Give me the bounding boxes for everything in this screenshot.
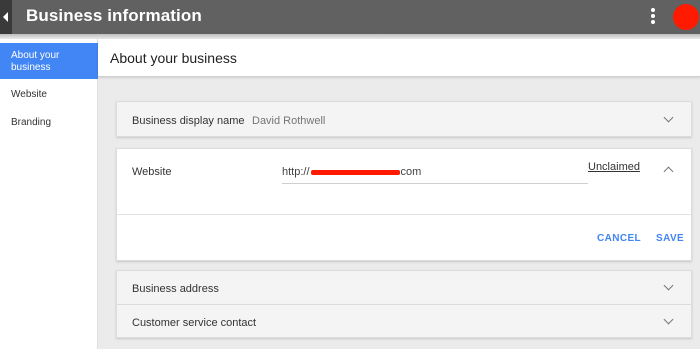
website-label: Website — [132, 166, 172, 178]
sidebar-item-about-your-business[interactable]: About your business — [0, 43, 98, 79]
avatar[interactable] — [673, 4, 699, 30]
section-header: About your business — [98, 39, 700, 77]
chevron-down-icon[interactable] — [663, 112, 674, 123]
redaction-mark — [310, 169, 400, 175]
unclaimed-link[interactable]: Unclaimed — [588, 161, 640, 173]
divider — [117, 214, 691, 215]
sidebar-item-branding[interactable]: Branding — [0, 117, 98, 129]
chevron-down-icon[interactable] — [663, 280, 674, 291]
website-url-field[interactable]: http:// com — [282, 164, 588, 184]
url-prefix: http:// — [282, 166, 310, 178]
chevron-up-icon[interactable] — [663, 166, 674, 177]
display-name-value: David Rothwell — [252, 115, 326, 127]
page-title: Business information — [26, 6, 202, 25]
business-address-label: Business address — [132, 283, 219, 295]
save-button[interactable]: SAVE — [656, 233, 684, 244]
display-name-label: Business display name — [132, 115, 245, 127]
display-name-card[interactable]: Business display name David Rothwell — [116, 101, 692, 137]
business-address-card[interactable]: Business address — [116, 270, 692, 304]
customer-service-label: Customer service contact — [132, 317, 257, 329]
more-vert-icon[interactable] — [647, 8, 659, 26]
sidebar: About your business Website Branding — [0, 39, 98, 349]
website-card: Website http:// com Unclaimed CANCEL SAVE — [116, 148, 692, 261]
sidebar-item-website[interactable]: Website — [0, 89, 98, 101]
back-arrow-icon[interactable] — [0, 0, 12, 34]
section-title: About your business — [110, 50, 237, 66]
customer-service-card[interactable]: Customer service contact — [116, 304, 692, 338]
chevron-down-icon[interactable] — [663, 314, 674, 325]
app-bar: Business information — [0, 0, 700, 34]
url-suffix: com — [400, 166, 422, 178]
cancel-button[interactable]: CANCEL — [597, 233, 641, 244]
